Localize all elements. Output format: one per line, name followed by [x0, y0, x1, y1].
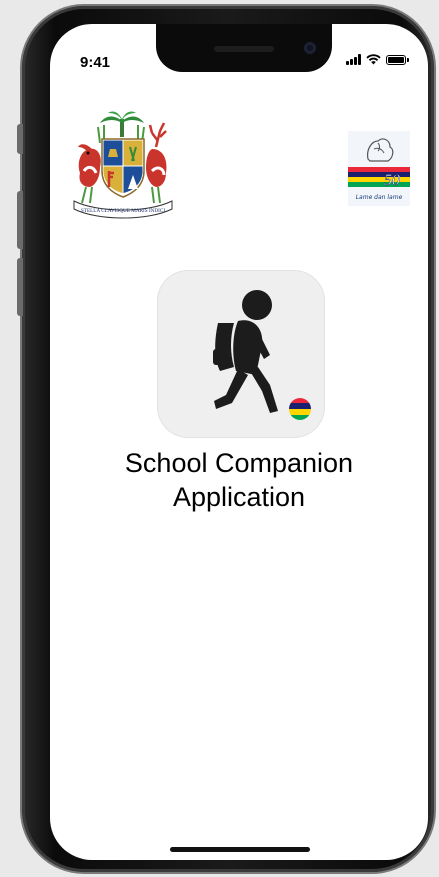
coat-of-arms-logo: STELLA CLAVISQUE MARIS INDICI: [73, 111, 173, 219]
mute-switch: [17, 124, 23, 154]
volume-up-button: [17, 191, 23, 249]
anniversary-number: 50: [384, 172, 400, 189]
signal-icon: [346, 54, 361, 65]
home-indicator[interactable]: [170, 847, 310, 852]
wifi-icon: [366, 54, 381, 65]
screen: 9:41 STELLA CLAVISQUE MARIS INDICI 50 La…: [50, 24, 428, 860]
anniversary-tagline: Lame dan lame: [356, 194, 403, 201]
notch: [156, 24, 332, 72]
status-time: 9:41: [80, 54, 111, 71]
app-title: School Companion Application: [50, 446, 428, 514]
app-title-line1: School Companion: [124, 448, 354, 478]
phone-frame: 9:41 STELLA CLAVISQUE MARIS INDICI 50 La…: [17, 6, 434, 872]
app-icon[interactable]: [158, 271, 324, 437]
status-icons: [346, 54, 409, 65]
svg-text:STELLA CLAVISQUE MARIS INDICI: STELLA CLAVISQUE MARIS INDICI: [81, 208, 165, 214]
app-title-line2: Application: [172, 482, 306, 512]
mauritius-50-logo: 50 Lame dan lame: [348, 131, 410, 206]
mauritius-50-graphic: 50 Lame dan lame: [348, 131, 410, 206]
volume-down-button: [17, 258, 23, 316]
speaker-grille: [214, 46, 274, 52]
battery-icon: [386, 55, 409, 65]
front-camera: [304, 42, 316, 54]
mauritius-flag-icon: [289, 398, 311, 420]
